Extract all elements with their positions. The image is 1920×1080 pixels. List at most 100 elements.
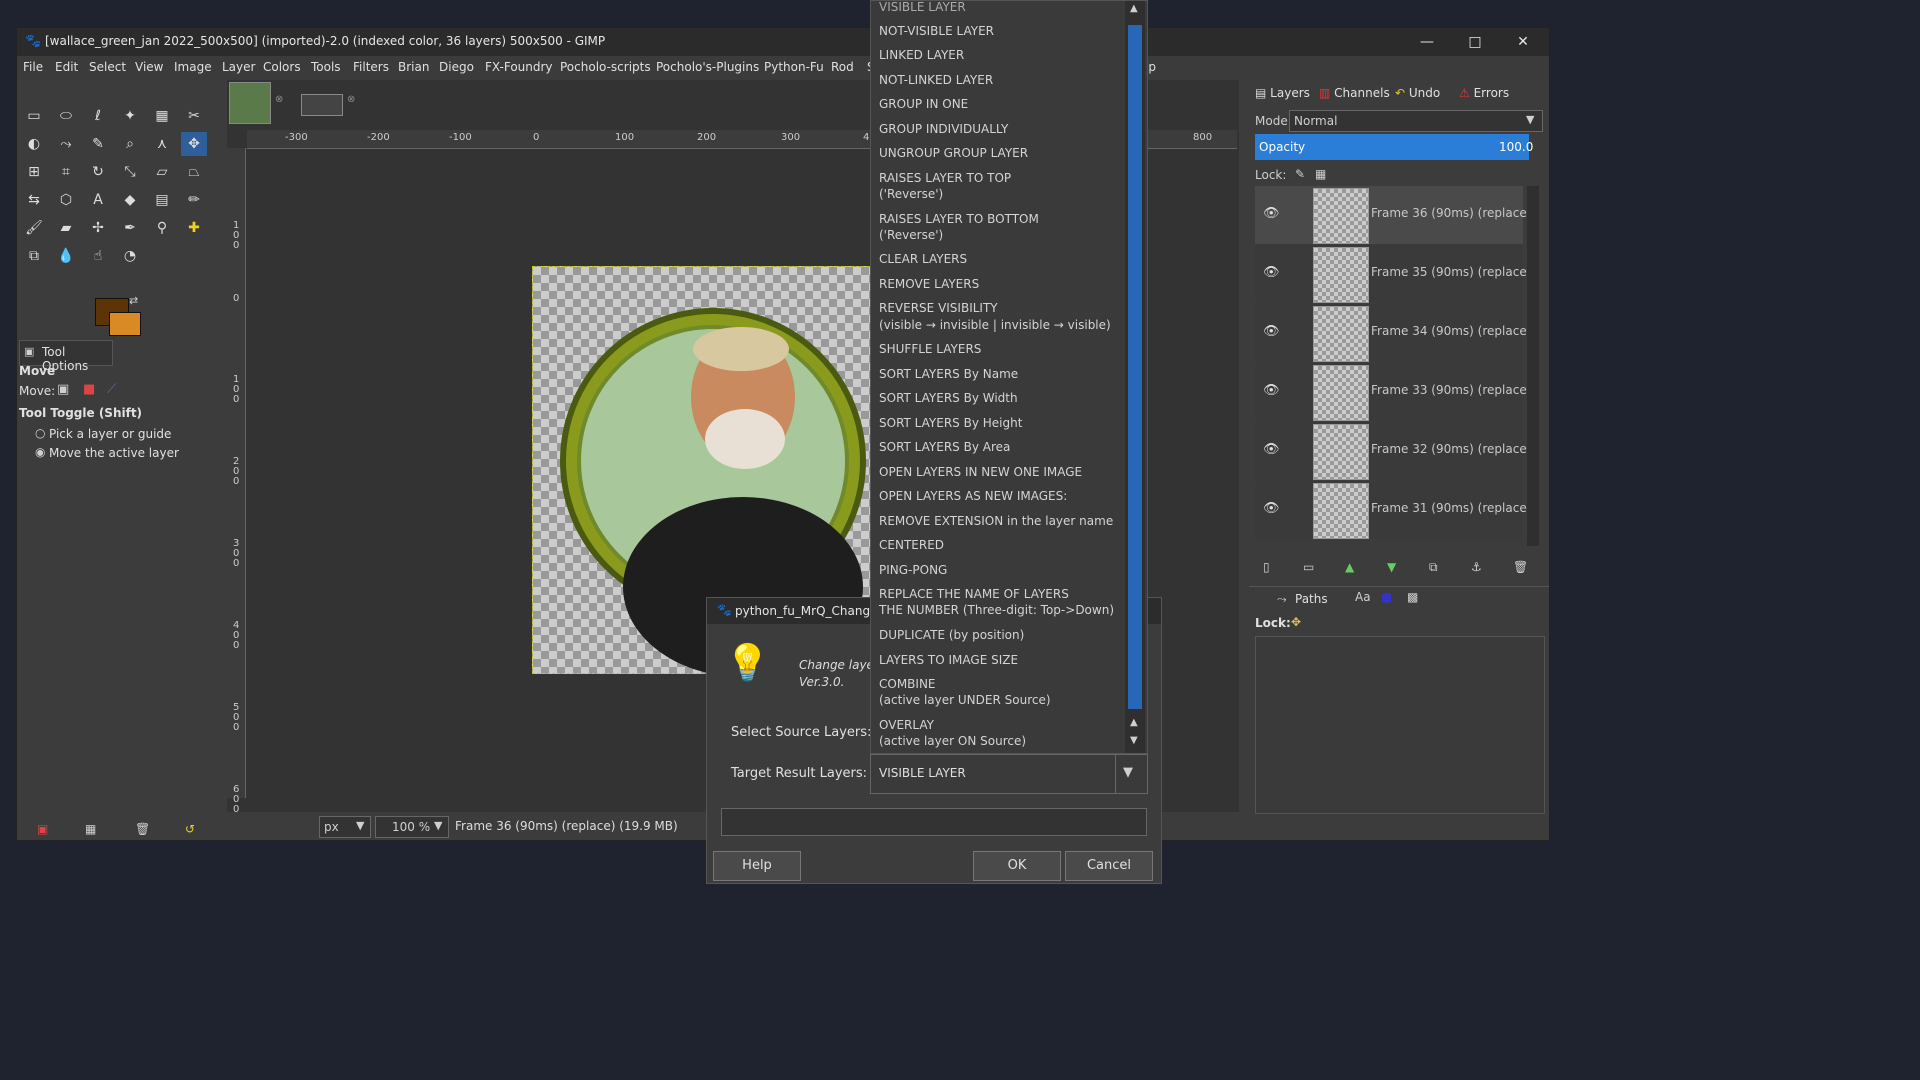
background-color[interactable] [109,312,141,336]
close-button[interactable]: ✕ [1511,32,1535,52]
tab-paths[interactable]: Paths [1295,592,1328,614]
move-tool-icon[interactable]: ✥ [181,132,207,156]
dropdown-item[interactable]: SORT LAYERS By Height [879,416,1022,430]
dropdown-item[interactable]: DUPLICATE (by position) [879,628,1024,642]
dropdown-item[interactable]: OPEN LAYERS AS NEW IMAGES: [879,489,1067,503]
dropdown-item[interactable]: PING-PONG [879,563,947,577]
duplicate-layer-icon[interactable]: ⧉ [1429,560,1438,575]
text-tool-icon[interactable]: A [85,188,111,212]
tab-channels[interactable]: ▥ Channels [1319,86,1390,108]
dropdown-item[interactable]: LAYERS TO IMAGE SIZE [879,653,1018,667]
lock-position-icon[interactable]: ✥ [1291,615,1301,629]
tab-layers[interactable]: ▤ Layers [1255,86,1310,108]
dropdown-item[interactable]: LINKED LAYER [879,48,964,62]
help-button[interactable]: Help [713,851,801,881]
image-tab-thumbnail[interactable] [229,82,271,124]
menu-pocholos-plugins[interactable]: Pocholo's-Plugins [656,60,759,74]
menu-edit[interactable]: Edit [55,60,78,74]
menu-filters[interactable]: Filters [353,60,389,74]
dropdown-list[interactable]: VISIBLE LAYER NOT-VISIBLE LAYER LINKED L… [870,0,1148,754]
crop-icon[interactable]: ⌗ [53,160,79,184]
swap-colors-icon[interactable]: ⇄ [129,294,138,307]
shear-icon[interactable]: ▱ [149,160,175,184]
blur-icon[interactable]: 💧 [53,244,79,268]
layers-scrollbar[interactable] [1527,186,1539,546]
tab-errors[interactable]: ⚠ Errors [1459,86,1509,108]
close-image-tab-2-icon[interactable]: ⊗ [347,94,355,105]
pencil-icon[interactable]: ✏ [181,188,207,212]
lock-alpha-icon[interactable]: ▦ [1315,167,1326,181]
visibility-eye-icon[interactable]: 👁 [1263,442,1280,457]
save-tool-preset-icon[interactable]: ▣ [37,822,48,836]
layer-row[interactable]: 👁 Frame 35 (90ms) (replace) [1255,245,1531,303]
radio-move-active[interactable]: ◉ [35,445,45,459]
ink-icon[interactable]: ✒ [117,216,143,240]
scroll-thumb[interactable] [1128,25,1142,709]
dropdown-scrollbar[interactable]: ▲ ▲ ▼ [1125,1,1145,753]
minimize-button[interactable]: — [1415,32,1439,52]
dropdown-item[interactable]: OPEN LAYERS IN NEW ONE IMAGE [879,465,1082,479]
eraser-icon[interactable]: ▰ [53,216,79,240]
palette-icon[interactable]: ■ [1381,590,1392,604]
scroll-down-icon[interactable]: ▼ [1130,735,1138,746]
menu-layer[interactable]: Layer [222,60,255,74]
paintbrush-icon[interactable]: 🖌 [21,216,47,240]
menu-select[interactable]: Select [89,60,126,74]
move-path-icon[interactable]: ⟋ [107,382,116,397]
menu-tools[interactable]: Tools [311,60,341,74]
rotate-icon[interactable]: ↻ [85,160,111,184]
dodge-burn-icon[interactable]: ◔ [117,244,143,268]
lower-layer-icon[interactable]: ▼ [1387,560,1396,574]
rect-select-icon[interactable]: ▭ [21,104,47,128]
flip-icon[interactable]: ⇆ [21,188,47,212]
menu-fx-foundry[interactable]: FX-Foundry [485,60,553,74]
opacity-slider[interactable]: Opacity 100.0 [1255,134,1533,160]
dropdown-item[interactable]: VISIBLE LAYER [879,1,966,14]
airbrush-icon[interactable]: ✢ [85,216,111,240]
heal-icon[interactable]: ✚ [181,216,207,240]
color-select-icon[interactable]: ▦ [149,104,175,128]
zoom-icon[interactable]: ⌕ [117,132,143,156]
zoom-select[interactable]: 100 % ▼ [375,816,449,838]
visibility-eye-icon[interactable]: 👁 [1263,206,1280,221]
patterns-icon[interactable]: ▩ [1407,590,1418,604]
dropdown-item[interactable]: COMBINE [879,677,936,691]
dropdown-item[interactable]: SORT LAYERS By Area [879,440,1010,454]
menu-image[interactable]: Image [174,60,212,74]
dropdown-item[interactable]: OVERLAY [879,718,934,732]
tab-undo[interactable]: ↶ Undo [1395,86,1440,108]
layer-row[interactable]: 👁 Frame 34 (90ms) (replace) [1255,304,1531,362]
ellipse-select-icon[interactable]: ⬭ [53,104,79,128]
visibility-eye-icon[interactable]: 👁 [1263,265,1280,280]
foreground-select-icon[interactable]: ◐ [21,132,47,156]
fuzzy-select-icon[interactable]: ✦ [117,104,143,128]
anchor-layer-icon[interactable]: ⚓ [1471,560,1482,574]
dropdown-item[interactable]: CLEAR LAYERS [879,252,967,266]
menu-diego[interactable]: Diego [439,60,474,74]
dropdown-item[interactable]: GROUP IN ONE [879,97,968,111]
scale-icon[interactable]: ⤡ [117,160,143,184]
dropdown-item[interactable]: SORT LAYERS By Name [879,367,1018,381]
restore-tool-preset-icon[interactable]: ▦ [85,822,96,836]
close-image-tab-icon[interactable]: ⊗ [275,94,283,105]
new-layer-icon[interactable]: ▯ [1263,560,1270,574]
scroll-up-icon[interactable]: ▲ [1130,3,1138,14]
menu-rod[interactable]: Rod [831,60,854,74]
mode-select[interactable]: Normal ▼ [1289,110,1543,132]
new-layer-group-icon[interactable]: ▭ [1303,560,1314,574]
dropdown-item[interactable]: UNGROUP GROUP LAYER [879,146,1028,160]
image-tab-2-thumbnail[interactable] [301,94,343,116]
dropdown-item[interactable]: REPLACE THE NAME OF LAYERS [879,587,1069,601]
dropdown-item[interactable]: NOT-VISIBLE LAYER [879,24,994,38]
tab-tool-options[interactable]: ▣ Tool Options [19,340,113,373]
clone-icon[interactable]: ⚲ [149,216,175,240]
dropdown-item[interactable]: REVERSE VISIBILITY [879,301,998,315]
menu-view[interactable]: View [135,60,163,74]
dropdown-item[interactable]: REMOVE LAYERS [879,277,979,291]
smudge-icon[interactable]: ☝ [85,244,111,268]
dropdown-item[interactable]: RAISES LAYER TO TOP [879,171,1011,185]
cancel-button[interactable]: Cancel [1065,851,1153,881]
reset-tool-icon[interactable]: ↺ [185,822,195,836]
paths-tool-icon[interactable]: ⤳ [53,132,79,156]
dropdown-item[interactable]: CENTERED [879,538,944,552]
